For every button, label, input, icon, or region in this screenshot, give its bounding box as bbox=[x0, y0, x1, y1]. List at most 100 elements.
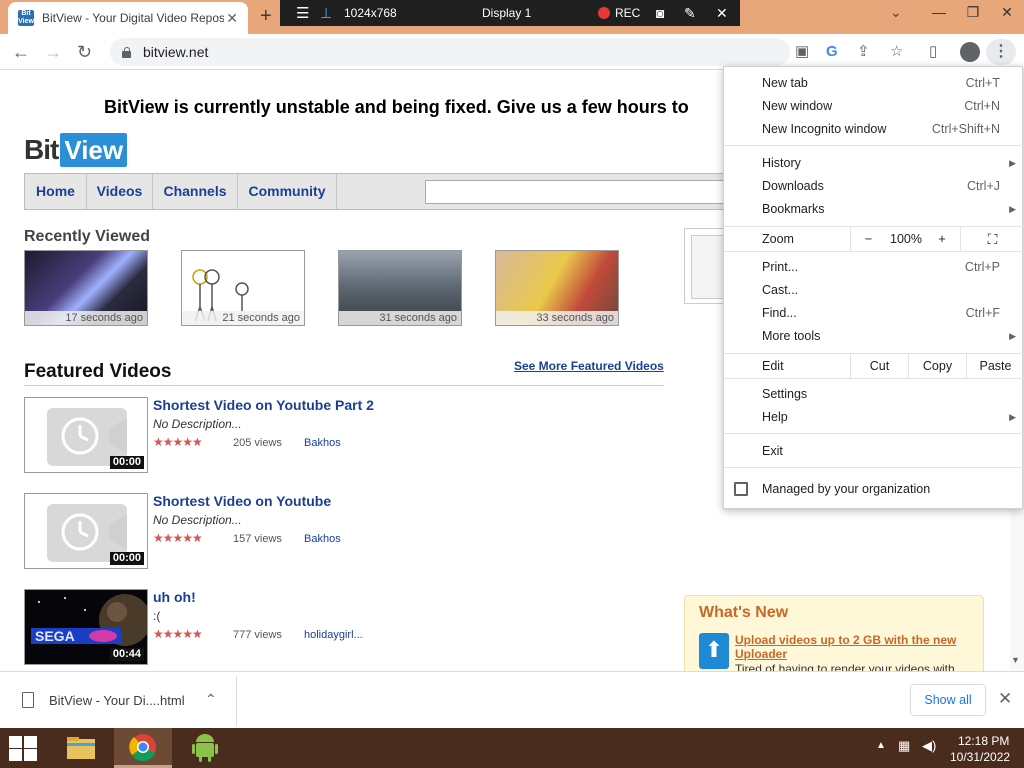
nav-home[interactable]: Home bbox=[25, 174, 87, 209]
paste-button[interactable]: Paste bbox=[966, 354, 1024, 378]
url-text: bitview.net bbox=[143, 44, 209, 60]
tray-chevron-icon[interactable]: ▲ bbox=[876, 740, 886, 751]
clock-date[interactable]: 10/31/2022 bbox=[950, 750, 1010, 764]
record-button[interactable]: REC bbox=[598, 0, 640, 26]
menu-icon[interactable]: ⋮ bbox=[986, 39, 1016, 65]
uploader-link[interactable]: Bakhos bbox=[304, 437, 341, 449]
zoom-in-button[interactable]: + bbox=[926, 227, 958, 251]
see-more-featured-link[interactable]: See More Featured Videos bbox=[514, 359, 664, 373]
volume-icon[interactable]: ◀) bbox=[922, 738, 936, 754]
menu-item-new-tab[interactable]: New tab Ctrl+T bbox=[724, 72, 1024, 94]
tab-search-chevron-icon[interactable]: ⌄ bbox=[890, 4, 902, 21]
nav-videos[interactable]: Videos bbox=[87, 174, 153, 209]
menu-item-find[interactable]: Find... Ctrl+F bbox=[724, 302, 1024, 324]
upload-arrow-icon: ⬆ bbox=[699, 633, 729, 669]
lock-icon[interactable] bbox=[122, 46, 131, 58]
reload-icon[interactable]: ↻ bbox=[77, 41, 92, 63]
featured-video-thumbnail[interactable]: 00:00 bbox=[24, 397, 148, 473]
back-arrow-icon[interactable]: ← bbox=[12, 41, 30, 63]
cut-button[interactable]: Cut bbox=[850, 354, 908, 378]
share-icon[interactable]: ⇪ bbox=[857, 43, 870, 61]
menu-item-new-window[interactable]: New window Ctrl+N bbox=[724, 95, 1024, 117]
uploader-link[interactable]: Bakhos bbox=[304, 533, 341, 545]
recent-video-thumbnail[interactable]: 21 seconds ago bbox=[181, 250, 305, 326]
reading-list-icon[interactable]: ▣ bbox=[795, 43, 809, 61]
tab-close-icon[interactable]: ✕ bbox=[226, 10, 238, 27]
view-count: 205 views bbox=[233, 437, 282, 449]
menu-item-print[interactable]: Print... Ctrl+P bbox=[724, 256, 1024, 278]
tab-title: BitView - Your Digital Video Repository bbox=[42, 11, 224, 25]
profile-icon[interactable] bbox=[960, 42, 980, 62]
restore-button[interactable]: ❐ bbox=[956, 0, 990, 26]
menu-item-history[interactable]: History ▶ bbox=[724, 152, 1024, 174]
svg-text:SEGA: SEGA bbox=[35, 628, 75, 644]
window-controls: — ❐ ✕ bbox=[922, 0, 1024, 26]
menu-row-edit: Edit Cut Copy Paste bbox=[724, 353, 1024, 379]
menu-item-help[interactable]: Help ▶ bbox=[724, 406, 1024, 428]
pen-icon[interactable]: ✎ bbox=[684, 0, 696, 26]
recent-video-thumbnail[interactable]: 31 seconds ago bbox=[338, 250, 462, 326]
featured-video-title[interactable]: uh oh! bbox=[153, 589, 196, 605]
featured-video-title[interactable]: Shortest Video on Youtube bbox=[153, 493, 331, 509]
recent-video-thumbnail[interactable]: 17 seconds ago bbox=[24, 250, 148, 326]
network-icon[interactable]: ▦ bbox=[898, 738, 910, 754]
file-explorer-icon[interactable] bbox=[52, 728, 110, 768]
android-icon[interactable] bbox=[176, 728, 234, 768]
featured-video-title[interactable]: Shortest Video on Youtube Part 2 bbox=[153, 397, 374, 413]
nav-community[interactable]: Community bbox=[238, 174, 337, 209]
scroll-down-arrow-icon[interactable]: ▼ bbox=[1011, 655, 1020, 665]
camera-icon[interactable]: ◙ bbox=[656, 0, 664, 26]
google-lens-icon[interactable]: G bbox=[826, 43, 838, 61]
recent-video-time: 31 seconds ago bbox=[339, 311, 461, 325]
uploader-link[interactable]: holidaygirl... bbox=[304, 629, 363, 641]
display-label[interactable]: Display 1 bbox=[482, 0, 531, 26]
menu-item-bookmarks[interactable]: Bookmarks ▶ bbox=[724, 198, 1024, 220]
bookmark-star-icon[interactable]: ☆ bbox=[890, 43, 903, 61]
minimize-button[interactable]: — bbox=[922, 0, 956, 26]
forward-arrow-icon[interactable]: → bbox=[44, 41, 62, 63]
windows-start-icon[interactable] bbox=[8, 735, 38, 761]
browser-toolbar: ← → ↻ bitview.net ▣ G ⇪ ☆ ▯ ⋮ bbox=[0, 34, 1024, 70]
close-recorder-icon[interactable]: ✕ bbox=[716, 0, 728, 26]
menu-item-exit[interactable]: Exit bbox=[724, 440, 1024, 462]
site-nav: Home Videos Channels Community bbox=[24, 173, 725, 210]
whats-new-title: What's New bbox=[699, 604, 789, 621]
menu-item-settings[interactable]: Settings bbox=[724, 383, 1024, 405]
fullscreen-icon[interactable]: ⛶ bbox=[960, 227, 1024, 251]
menu-item-cast[interactable]: Cast... bbox=[724, 279, 1024, 301]
recently-viewed-heading: Recently Viewed bbox=[24, 228, 150, 245]
clock-time[interactable]: 12:18 PM bbox=[958, 734, 1009, 748]
pin-icon[interactable]: ⊥ bbox=[320, 0, 332, 26]
copy-button[interactable]: Copy bbox=[908, 354, 966, 378]
window-close-button[interactable]: ✕ bbox=[990, 0, 1024, 26]
bitview-logo[interactable]: Bit View bbox=[24, 133, 128, 167]
whats-new-text: Tired of having to render your videos wi… bbox=[735, 662, 955, 671]
address-bar[interactable]: bitview.net bbox=[110, 38, 790, 66]
zoom-label: Zoom bbox=[762, 232, 794, 246]
show-all-button[interactable]: Show all bbox=[910, 684, 986, 716]
menu-item-managed[interactable]: Managed by your organization bbox=[724, 478, 1024, 500]
zoom-out-button[interactable]: − bbox=[850, 227, 886, 251]
nav-channels[interactable]: Channels bbox=[153, 174, 238, 209]
featured-video-thumbnail[interactable]: SEGA 00:44 bbox=[24, 589, 148, 665]
close-download-bar-icon[interactable]: ✕ bbox=[998, 689, 1012, 709]
side-panel-icon[interactable]: ▯ bbox=[929, 43, 937, 61]
zoom-level: 100% bbox=[890, 232, 922, 246]
browser-tab[interactable]: Bit View BitView - Your Digital Video Re… bbox=[8, 2, 248, 34]
site-search-input[interactable] bbox=[425, 180, 725, 204]
menu-item-new-incognito[interactable]: New Incognito window Ctrl+Shift+N bbox=[724, 118, 1024, 140]
featured-video-description: :( bbox=[153, 609, 161, 623]
featured-video-thumbnail[interactable]: 00:00 bbox=[24, 493, 148, 569]
menu-item-downloads[interactable]: Downloads Ctrl+J bbox=[724, 175, 1024, 197]
chevron-up-icon[interactable]: ⌃ bbox=[205, 691, 217, 708]
chrome-icon[interactable] bbox=[114, 728, 172, 768]
submenu-arrow-icon: ▶ bbox=[1009, 158, 1016, 168]
download-file-name[interactable]: BitView - Your Di....html bbox=[49, 693, 185, 708]
menu-lines-icon[interactable]: ☰ bbox=[296, 0, 309, 26]
featured-video-description: No Description... bbox=[153, 417, 242, 431]
uploader-news-link[interactable]: Upload videos up to 2 GB with the new Up… bbox=[735, 633, 975, 661]
new-tab-button[interactable]: + bbox=[260, 6, 272, 26]
screen-recorder-toolbar: ☰ ⊥ 1024x768 Display 1 REC ◙ ✎ ✕ bbox=[280, 0, 740, 26]
recent-video-thumbnail[interactable]: 33 seconds ago bbox=[495, 250, 619, 326]
menu-item-more-tools[interactable]: More tools ▶ bbox=[724, 325, 1024, 347]
